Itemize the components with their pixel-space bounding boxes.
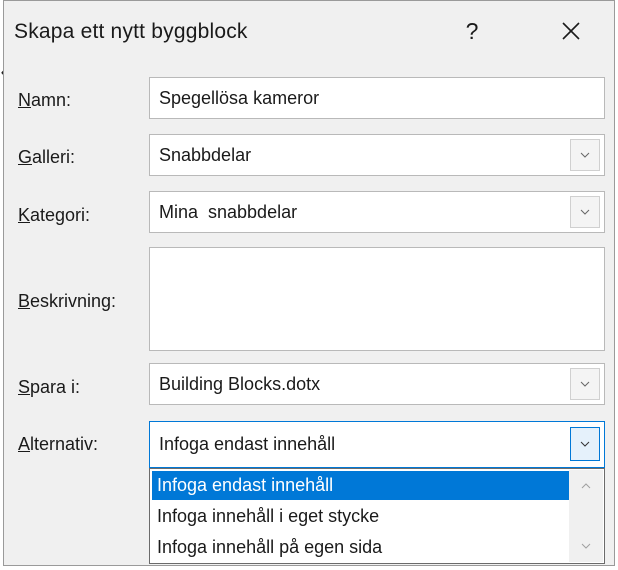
description-label: Beskrivning: bbox=[18, 291, 117, 311]
category-select[interactable]: Mina snabbdelar bbox=[149, 191, 605, 233]
chevron-down-icon bbox=[581, 543, 591, 549]
save-in-select[interactable]: Building Blocks.dotx bbox=[149, 363, 605, 405]
options-select[interactable]: Infoga endast innehåll bbox=[149, 421, 605, 468]
create-building-block-dialog: Skapa ett nytt byggblock ? Namn: Spegell… bbox=[3, 0, 615, 566]
category-dropdown-button[interactable] bbox=[570, 196, 600, 228]
chevron-down-icon bbox=[580, 381, 590, 387]
scroll-up-button[interactable] bbox=[569, 474, 603, 498]
gallery-select-value: Snabbdelar bbox=[159, 145, 252, 165]
dialog-title: Skapa ett nytt byggblock bbox=[14, 20, 248, 43]
title-bar: Skapa ett nytt byggblock ? bbox=[4, 1, 614, 63]
close-icon bbox=[562, 22, 580, 40]
gallery-select[interactable]: Snabbdelar bbox=[149, 134, 605, 176]
options-label: Alternativ: bbox=[18, 434, 99, 454]
name-input-value: Spegellösa kameror bbox=[159, 88, 320, 108]
chevron-down-icon bbox=[580, 441, 590, 447]
category-select-value: Mina snabbdelar bbox=[159, 202, 298, 222]
scroll-down-button[interactable] bbox=[569, 534, 603, 558]
save-in-label: Spara i: bbox=[18, 377, 81, 397]
save-in-dropdown-button[interactable] bbox=[570, 368, 600, 400]
option-insert-content-own-paragraph[interactable]: Infoga innehåll i eget stycke bbox=[152, 502, 569, 531]
help-button[interactable]: ? bbox=[452, 11, 492, 51]
chevron-up-icon bbox=[581, 483, 591, 489]
gallery-label: Galleri: bbox=[18, 147, 76, 167]
options-dropdown-list: Infoga endast innehåll Infoga innehåll i… bbox=[149, 468, 605, 564]
option-insert-content-own-page[interactable]: Infoga innehåll på egen sida bbox=[152, 533, 569, 562]
option-insert-content-only[interactable]: Infoga endast innehåll bbox=[152, 471, 569, 500]
category-label: Kategori: bbox=[18, 205, 91, 225]
name-input[interactable]: Spegellösa kameror bbox=[149, 77, 605, 119]
gallery-dropdown-button[interactable] bbox=[570, 139, 600, 171]
options-select-value: Infoga endast innehåll bbox=[159, 434, 336, 454]
list-scrollbar[interactable] bbox=[569, 470, 603, 562]
description-textarea[interactable] bbox=[149, 247, 605, 351]
name-label: Namn: bbox=[18, 90, 72, 110]
chevron-down-icon bbox=[580, 152, 590, 158]
options-dropdown-button[interactable] bbox=[570, 427, 600, 461]
chevron-down-icon bbox=[580, 209, 590, 215]
close-button[interactable] bbox=[549, 11, 593, 51]
save-in-select-value: Building Blocks.dotx bbox=[159, 374, 321, 394]
